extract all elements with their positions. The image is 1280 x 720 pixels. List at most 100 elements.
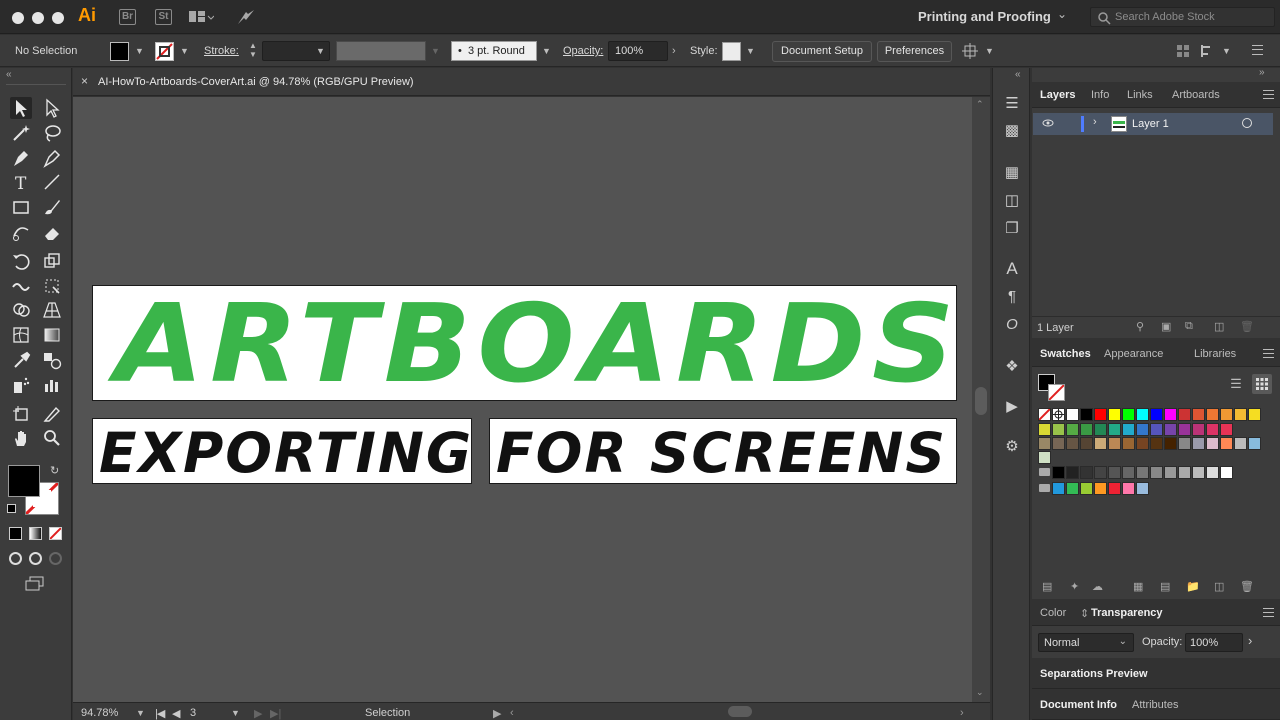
color-swatch[interactable] <box>1150 423 1163 436</box>
color-swatch[interactable] <box>1150 408 1163 421</box>
control-bar-menu-icon[interactable] <box>1252 45 1263 55</box>
gray-swatch[interactable] <box>1066 466 1079 479</box>
color-swatch[interactable] <box>1122 437 1135 450</box>
gray-swatch[interactable] <box>1220 466 1233 479</box>
layer-target-icon[interactable] <box>1242 118 1252 128</box>
chevron-down-icon[interactable]: ▼ <box>180 46 189 56</box>
default-fill-stroke-icon[interactable] <box>7 504 16 513</box>
color-swatch[interactable] <box>1038 437 1051 450</box>
status-menu-icon[interactable]: ▶ <box>493 707 501 720</box>
horizontal-scroll-thumb[interactable] <box>728 706 752 717</box>
color-mode-button[interactable] <box>9 527 22 540</box>
curvature-tool[interactable] <box>41 147 63 169</box>
color-swatch[interactable] <box>1066 408 1079 421</box>
chevron-down-icon[interactable]: ▼ <box>431 46 440 56</box>
magic-wand-tool[interactable] <box>10 122 32 144</box>
graphic-styles-panel-icon[interactable]: ❖ <box>1002 357 1022 377</box>
color-swatch[interactable] <box>1136 423 1149 436</box>
transparency-opacity-field[interactable]: 100% <box>1185 633 1243 652</box>
stock-button[interactable]: St <box>155 9 172 25</box>
symbol-sprayer-tool[interactable] <box>10 374 32 396</box>
color-swatch[interactable] <box>1234 437 1247 450</box>
group-color-swatch[interactable] <box>1066 482 1079 495</box>
color-group-folder-icon[interactable] <box>1039 468 1050 476</box>
direct-selection-tool[interactable] <box>41 97 63 119</box>
gray-swatch[interactable] <box>1192 466 1205 479</box>
hand-tool[interactable] <box>10 427 32 449</box>
draw-normal-icon[interactable] <box>9 552 22 565</box>
make-clipping-mask-icon[interactable]: ▣ <box>1161 320 1171 333</box>
locate-object-icon[interactable]: ⚲ <box>1136 320 1144 333</box>
close-document-icon[interactable]: × <box>81 74 88 88</box>
variable-width-profile[interactable] <box>336 41 426 61</box>
chevron-down-icon[interactable]: ▼ <box>1222 46 1231 56</box>
color-swatch[interactable] <box>1206 423 1219 436</box>
chevron-down-icon[interactable]: ▼ <box>231 708 240 718</box>
color-swatch[interactable] <box>1164 423 1177 436</box>
symbols-panel-icon[interactable]: ⚙ <box>1002 437 1022 457</box>
tab-transparency[interactable]: Transparency <box>1091 607 1163 619</box>
color-swatch[interactable] <box>1178 423 1191 436</box>
color-swatch[interactable] <box>1094 408 1107 421</box>
color-swatch[interactable] <box>1122 423 1135 436</box>
stroke-swatch[interactable] <box>155 42 174 61</box>
paintbrush-tool[interactable] <box>41 196 63 218</box>
color-swatch[interactable] <box>1178 408 1191 421</box>
zoom-window-button[interactable] <box>52 12 64 24</box>
color-swatch[interactable] <box>1122 408 1135 421</box>
transform-icon[interactable] <box>1200 44 1216 58</box>
eraser-tool[interactable] <box>41 221 63 243</box>
color-swatch[interactable] <box>1206 408 1219 421</box>
color-swatch[interactable] <box>1136 408 1149 421</box>
color-swatch[interactable] <box>1234 408 1247 421</box>
preferences-button[interactable]: Preferences <box>877 41 952 62</box>
blend-mode-select[interactable]: Normal ⌄ <box>1038 633 1134 652</box>
collapse-panel-icon[interactable]: « <box>6 69 12 80</box>
new-color-group-icon[interactable]: 📁 <box>1186 580 1200 593</box>
transform-panel-icon[interactable]: ▦ <box>1002 163 1022 183</box>
vertical-scrollbar[interactable]: ⌃ ⌄ <box>972 97 990 702</box>
panel-menu-icon[interactable] <box>1263 90 1274 99</box>
tab-layers[interactable]: Layers <box>1040 89 1075 101</box>
opacity-slider-icon[interactable]: › <box>1248 633 1252 648</box>
paragraph-panel-icon[interactable]: ¶ <box>1002 287 1022 307</box>
color-swatch[interactable] <box>1108 437 1121 450</box>
slice-tool[interactable] <box>41 403 63 425</box>
gray-swatch[interactable] <box>1136 466 1149 479</box>
color-swatch[interactable] <box>1052 423 1065 436</box>
column-graph-tool[interactable] <box>41 374 63 396</box>
scroll-left-icon[interactable]: ‹ <box>510 707 514 719</box>
collapse-strip-icon[interactable]: « <box>1015 69 1021 80</box>
perspective-grid-tool[interactable] <box>41 299 63 321</box>
swatch-options-icon[interactable]: ▤ <box>1160 580 1170 593</box>
swatch-libraries-icon[interactable]: ▤ <box>1042 580 1052 593</box>
color-swatch[interactable] <box>1038 423 1051 436</box>
gray-swatch[interactable] <box>1164 466 1177 479</box>
color-swatch[interactable] <box>1220 408 1233 421</box>
gpu-performance-icon[interactable] <box>236 8 256 26</box>
group-color-swatch[interactable] <box>1080 482 1093 495</box>
lasso-tool[interactable] <box>41 122 63 144</box>
chevron-down-icon[interactable]: ▼ <box>316 46 325 56</box>
isolate-object-icon[interactable] <box>962 43 980 59</box>
color-swatch[interactable] <box>1192 408 1205 421</box>
tab-artboards[interactable]: Artboards <box>1172 89 1220 101</box>
new-layer-icon[interactable]: ◫ <box>1214 320 1224 333</box>
type-tool[interactable]: T <box>10 171 32 194</box>
last-artboard-icon[interactable]: ▶| <box>270 707 281 720</box>
zoom-level[interactable]: 94.78% <box>81 707 118 719</box>
tab-attributes[interactable]: Attributes <box>1132 699 1178 711</box>
character-panel-icon[interactable]: A <box>1002 259 1022 279</box>
shape-builder-tool[interactable] <box>10 299 32 321</box>
bridge-button[interactable]: Br <box>119 9 136 25</box>
swap-fill-stroke-icon[interactable]: ↻ <box>50 464 59 477</box>
color-swatch[interactable] <box>1220 437 1233 450</box>
gradient-panel-icon[interactable]: ▩ <box>1002 121 1022 141</box>
pen-tool[interactable] <box>10 147 32 169</box>
close-window-button[interactable] <box>12 12 24 24</box>
workspace-switcher[interactable]: Printing and Proofing <box>918 9 1051 24</box>
artboard-3[interactable]: FOR SCREENS <box>489 418 957 484</box>
line-segment-tool[interactable] <box>41 171 63 193</box>
screen-mode-icon[interactable] <box>25 576 45 592</box>
panel-menu-icon[interactable] <box>1263 608 1274 617</box>
